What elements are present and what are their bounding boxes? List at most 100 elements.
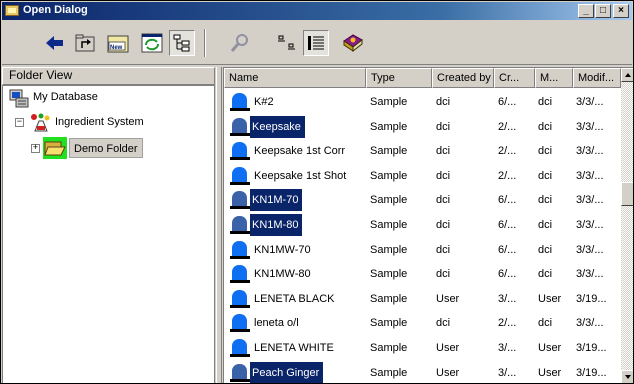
collapse-toggle[interactable]: −: [15, 118, 24, 127]
tree-item-demo-folder[interactable]: + Demo Folder: [29, 137, 189, 159]
cell-name: KN1M-80: [250, 214, 303, 236]
cell-modified: 3/3/...: [576, 169, 604, 182]
table-row[interactable]: KN1M-70 Sample dci 6/... dci 3/3/...: [224, 188, 620, 212]
cell-created-by: User: [436, 292, 460, 305]
scroll-thumb[interactable]: [621, 182, 633, 206]
cell-created-by: dci: [436, 268, 451, 281]
cell-modified-by: dci: [538, 194, 553, 207]
help-book-button[interactable]: [340, 30, 366, 56]
cell-modified: 3/3/...: [576, 268, 604, 281]
close-button[interactable]: ×: [613, 4, 629, 18]
table-row[interactable]: Peach Ginger Sample User 3/... User 3/19...: [224, 361, 620, 383]
minimize-button[interactable]: _: [578, 4, 594, 18]
cell-modified-by: dci: [538, 96, 553, 108]
table-row[interactable]: K#2 Sample dci 6/... dci 3/3/...: [224, 90, 620, 114]
cell-name: Keepsake 1st Corr: [254, 145, 346, 158]
cell-type: Sample: [370, 317, 408, 330]
table-row[interactable]: LENETA WHITE Sample User 3/... User 3/19...: [224, 336, 620, 360]
table-row[interactable]: KN1M-80 Sample dci 6/... dci 3/3/...: [224, 213, 620, 237]
cell-modified: 3/3/...: [576, 317, 604, 330]
cell-type: Sample: [370, 145, 408, 158]
expand-toggle[interactable]: +: [31, 144, 40, 153]
cell-created: 6/...: [498, 219, 517, 231]
cell-type: Sample: [370, 292, 408, 305]
cell-created: 6/...: [498, 194, 517, 207]
cell-name: Keepsake 1st Shot: [254, 169, 347, 182]
cell-name: Keepsake: [250, 115, 305, 138]
tree-view-button[interactable]: [169, 30, 195, 56]
cell-modified-by: dci: [538, 169, 553, 182]
sample-icon: [230, 264, 250, 284]
cell-created: 6/...: [498, 243, 517, 256]
column-header-created[interactable]: Cr...: [494, 68, 535, 88]
cell-created-by: User: [436, 366, 460, 379]
cell-created-by: dci: [436, 169, 451, 182]
scroll-down-button[interactable]: [621, 370, 633, 383]
column-header-type[interactable]: Type: [366, 68, 432, 88]
tree-label: Demo Folder: [69, 138, 143, 158]
cell-modified-by: dci: [538, 243, 553, 256]
cell-created: 3/...: [498, 342, 517, 354]
cell-type: Sample: [370, 120, 408, 133]
column-header-modified-by[interactable]: M...: [535, 68, 573, 88]
svg-text:New: New: [110, 45, 123, 51]
cell-type: Sample: [370, 169, 408, 182]
cell-modified-by: dci: [538, 145, 553, 158]
details-view-button[interactable]: [303, 30, 329, 56]
file-list[interactable]: Name Type Created by Cr... M... Modif...…: [223, 67, 633, 383]
scroll-up-button[interactable]: [621, 68, 633, 82]
pane-splitter[interactable]: [216, 67, 222, 383]
new-folder-icon: New: [107, 35, 129, 53]
title-bar[interactable]: Open Dialog _ □ ×: [2, 2, 632, 20]
cell-modified: 3/3/...: [576, 194, 604, 207]
cell-modified: 3/19...: [576, 366, 607, 379]
tree-item-my-database[interactable]: My Database: [7, 88, 197, 108]
search-button[interactable]: [227, 30, 253, 56]
cell-name: Peach Ginger: [250, 361, 324, 383]
up-folder-icon: [75, 34, 95, 52]
folder-view-header: Folder View: [2, 67, 215, 85]
cell-modified: 3/3/...: [576, 219, 604, 231]
cell-created-by: dci: [436, 194, 451, 207]
small-icons-button[interactable]: [274, 30, 300, 56]
vertical-scrollbar[interactable]: [621, 68, 633, 383]
table-row[interactable]: KN1MW-80 Sample dci 6/... dci 3/3/...: [224, 262, 620, 286]
cell-modified: 3/3/...: [576, 120, 604, 133]
up-folder-button[interactable]: [72, 30, 98, 56]
cell-name: LENETA WHITE: [254, 342, 334, 354]
table-row[interactable]: Keepsake Sample dci 2/... dci 3/3/...: [224, 115, 620, 139]
toolbar-separator: [204, 29, 206, 57]
cell-modified-by: User: [538, 292, 562, 305]
cell-created-by: dci: [436, 96, 451, 108]
cell-created-by: dci: [436, 145, 451, 158]
new-folder-button[interactable]: New: [105, 30, 131, 56]
column-header-name[interactable]: Name: [224, 68, 366, 88]
column-header-modified[interactable]: Modif...: [573, 68, 621, 88]
refresh-button[interactable]: [139, 30, 165, 56]
tree-label: Ingredient System: [55, 116, 144, 128]
sample-icon: [230, 289, 250, 309]
table-row[interactable]: Keepsake 1st Shot Sample dci 2/... dci 3/3/..…: [224, 164, 620, 188]
tree-item-ingredient-system[interactable]: − Ingredient System: [13, 113, 203, 133]
maximize-button[interactable]: □: [595, 4, 611, 18]
column-header-created-by[interactable]: Created by: [432, 68, 494, 88]
cell-created: 2/...: [498, 120, 517, 133]
cell-modified-by: dci: [538, 120, 553, 133]
cell-modified: 3/19...: [576, 292, 607, 305]
table-row[interactable]: Keepsake 1st Corr Sample dci 2/... dci 3/3/..…: [224, 139, 620, 163]
open-folder-icon: [5, 5, 19, 16]
cell-name: KN1M-70: [250, 189, 303, 212]
table-row[interactable]: LENETA BLACK Sample User 3/... User 3/19...: [224, 287, 620, 311]
cell-type: Sample: [370, 366, 408, 379]
refresh-window-icon: [141, 33, 163, 53]
back-button[interactable]: [42, 30, 68, 56]
table-row[interactable]: KN1MW-70 Sample dci 6/... dci 3/3/...: [224, 238, 620, 262]
folder-tree[interactable]: My Database − Ingredient System + Demo F…: [2, 85, 215, 383]
cell-modified-by: User: [538, 366, 562, 379]
sample-icon: [230, 190, 250, 210]
table-row[interactable]: leneta o/l Sample dci 2/... dci 3/3/...: [224, 311, 620, 335]
sample-icon: [230, 117, 250, 137]
magnifier-icon: [230, 34, 248, 52]
cell-modified: 3/3/...: [576, 96, 604, 108]
sample-icon: [230, 92, 250, 112]
